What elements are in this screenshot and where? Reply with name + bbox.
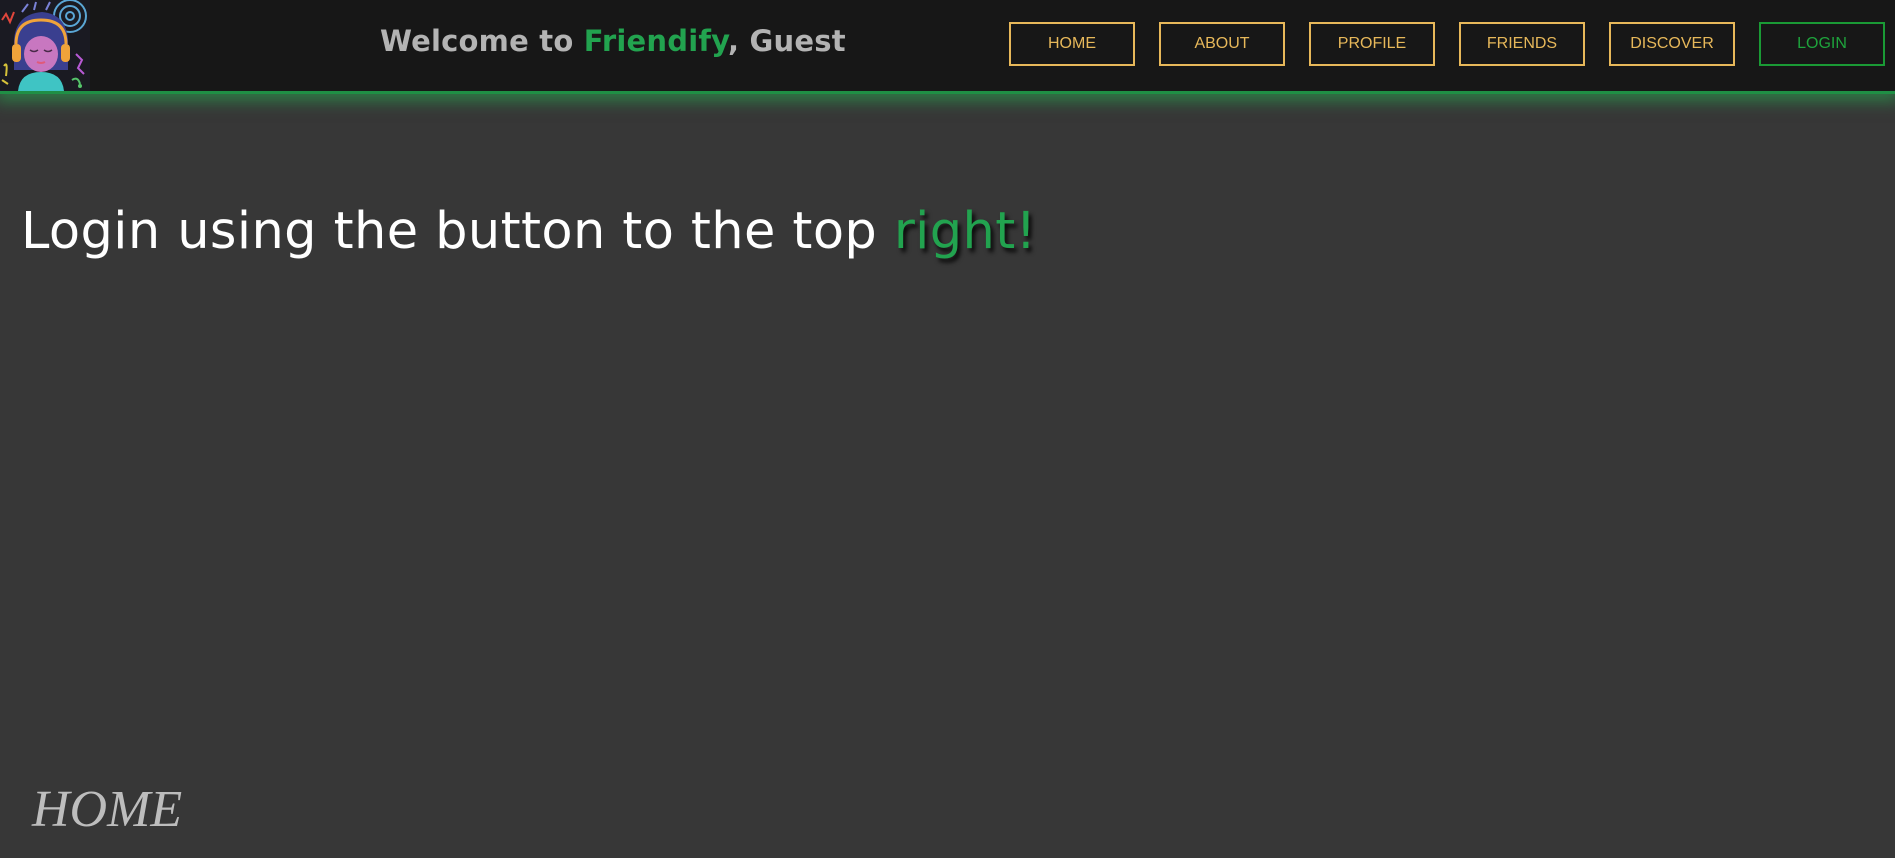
login-prompt-accent: right!: [893, 202, 1037, 261]
nav-profile-button[interactable]: PROFILE: [1309, 22, 1435, 66]
nav-login-button[interactable]: LOGIN: [1759, 22, 1885, 66]
nav-discover-button[interactable]: DISCOVER: [1609, 22, 1735, 66]
nav-friends-button[interactable]: FRIENDS: [1459, 22, 1585, 66]
login-prompt-heading: Login using the button to the top right!: [21, 202, 1037, 261]
page-label: HOME: [32, 781, 183, 838]
welcome-suffix: , Guest: [728, 24, 846, 58]
logo-icon[interactable]: [0, 0, 90, 91]
nav-home-button[interactable]: HOME: [1009, 22, 1135, 66]
nav-about-button[interactable]: ABOUT: [1159, 22, 1285, 66]
welcome-prefix: Welcome to: [380, 24, 584, 58]
top-navbar: Welcome to Friendify, Guest HOME ABOUT P…: [0, 0, 1895, 94]
login-prompt-text: Login using the button to the top: [21, 202, 894, 261]
brand-name: Friendify: [583, 24, 729, 58]
welcome-title: Welcome to Friendify, Guest: [380, 24, 846, 58]
